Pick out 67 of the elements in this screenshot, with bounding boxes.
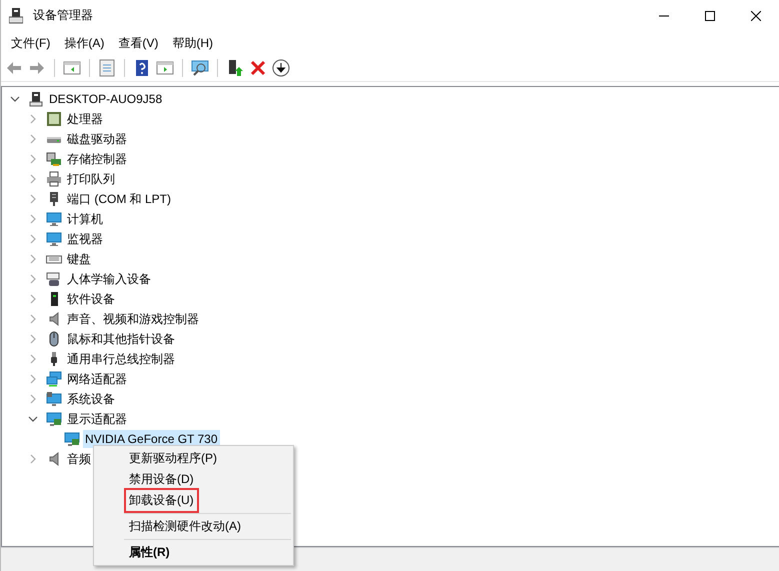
- collapse-icon[interactable]: [28, 414, 38, 424]
- tree-item[interactable]: DESKTOP-AUO9J58: [47, 90, 164, 108]
- tree-item[interactable]: 磁盘驱动器: [65, 128, 129, 150]
- tree-item[interactable]: 声音、视频和游戏控制器: [65, 308, 201, 330]
- help-icon[interactable]: [133, 59, 151, 77]
- storage-icon: [46, 151, 62, 167]
- tree-item[interactable]: 存储控制器: [65, 148, 129, 170]
- expand-icon[interactable]: [28, 134, 38, 144]
- tree-item[interactable]: 键盘: [65, 248, 93, 270]
- expand-icon[interactable]: [28, 194, 38, 204]
- tree-item[interactable]: 计算机: [65, 208, 105, 230]
- printer-icon: [46, 171, 62, 187]
- expand-icon[interactable]: [28, 374, 38, 384]
- expand-icon[interactable]: [28, 154, 38, 164]
- expand-icon[interactable]: [28, 214, 38, 224]
- tree-item[interactable]: 处理器: [65, 108, 105, 130]
- tree-item[interactable]: 系统设备: [65, 388, 117, 410]
- panel-icon[interactable]: [156, 59, 174, 77]
- chip-icon: [46, 111, 62, 127]
- expand-icon[interactable]: [28, 454, 38, 464]
- expand-icon[interactable]: [28, 294, 38, 304]
- tree-item[interactable]: 打印队列: [65, 168, 117, 190]
- system-icon: [46, 391, 62, 407]
- window-title: 设备管理器: [33, 7, 93, 24]
- expand-icon[interactable]: [28, 394, 38, 404]
- expand-icon[interactable]: [28, 114, 38, 124]
- monitor-icon: [46, 231, 62, 247]
- forward-arrow-icon[interactable]: [28, 59, 46, 77]
- display-card-icon: [46, 411, 62, 427]
- menu-item[interactable]: 属性(R): [124, 540, 175, 565]
- menu-item[interactable]: 帮助(H): [165, 34, 220, 52]
- close-icon: [751, 10, 761, 20]
- monitor-icon: [46, 211, 62, 227]
- network-icon: [46, 371, 62, 387]
- tree-item[interactable]: 显示适配器: [65, 408, 129, 430]
- cross-icon[interactable]: [249, 59, 267, 77]
- device-manager-icon: [9, 8, 23, 24]
- tree-item[interactable]: 音频: [65, 448, 93, 470]
- gamepad-icon: [46, 271, 62, 287]
- tree-item[interactable]: 人体学输入设备: [65, 268, 153, 290]
- menu-item[interactable]: 文件(F): [4, 34, 58, 52]
- document-icon[interactable]: [98, 59, 116, 77]
- monitor-search-icon[interactable]: [191, 59, 209, 77]
- expand-icon[interactable]: [28, 334, 38, 344]
- expand-icon[interactable]: [28, 354, 38, 364]
- menu-item[interactable]: 操作(A): [57, 34, 112, 52]
- tree-item[interactable]: 软件设备: [65, 288, 117, 310]
- tree-item[interactable]: 通用串行总线控制器: [65, 348, 177, 370]
- maximize-icon: [705, 10, 715, 20]
- expand-icon[interactable]: [28, 314, 38, 324]
- computer-icon: [28, 91, 44, 107]
- tree-item[interactable]: 端口 (COM 和 LPT): [65, 188, 173, 210]
- display-card-icon: [64, 431, 80, 447]
- expand-icon[interactable]: [28, 174, 38, 184]
- tree-item[interactable]: 鼠标和其他指针设备: [65, 328, 177, 350]
- tree-item[interactable]: 网络适配器: [65, 368, 129, 390]
- expand-icon[interactable]: [28, 234, 38, 244]
- collapse-icon[interactable]: [10, 94, 20, 104]
- panel-icon[interactable]: [63, 59, 81, 77]
- tree-item[interactable]: 监视器: [65, 228, 105, 250]
- menu-item[interactable]: 查看(V): [111, 34, 166, 52]
- driver-update-icon[interactable]: [226, 59, 244, 77]
- expand-icon[interactable]: [28, 254, 38, 264]
- menu-item[interactable]: 扫描检测硬件改动(A): [124, 514, 246, 539]
- menu-item[interactable]: 卸载设备(U): [124, 488, 199, 513]
- download-icon[interactable]: [272, 59, 290, 77]
- expand-icon[interactable]: [28, 274, 38, 284]
